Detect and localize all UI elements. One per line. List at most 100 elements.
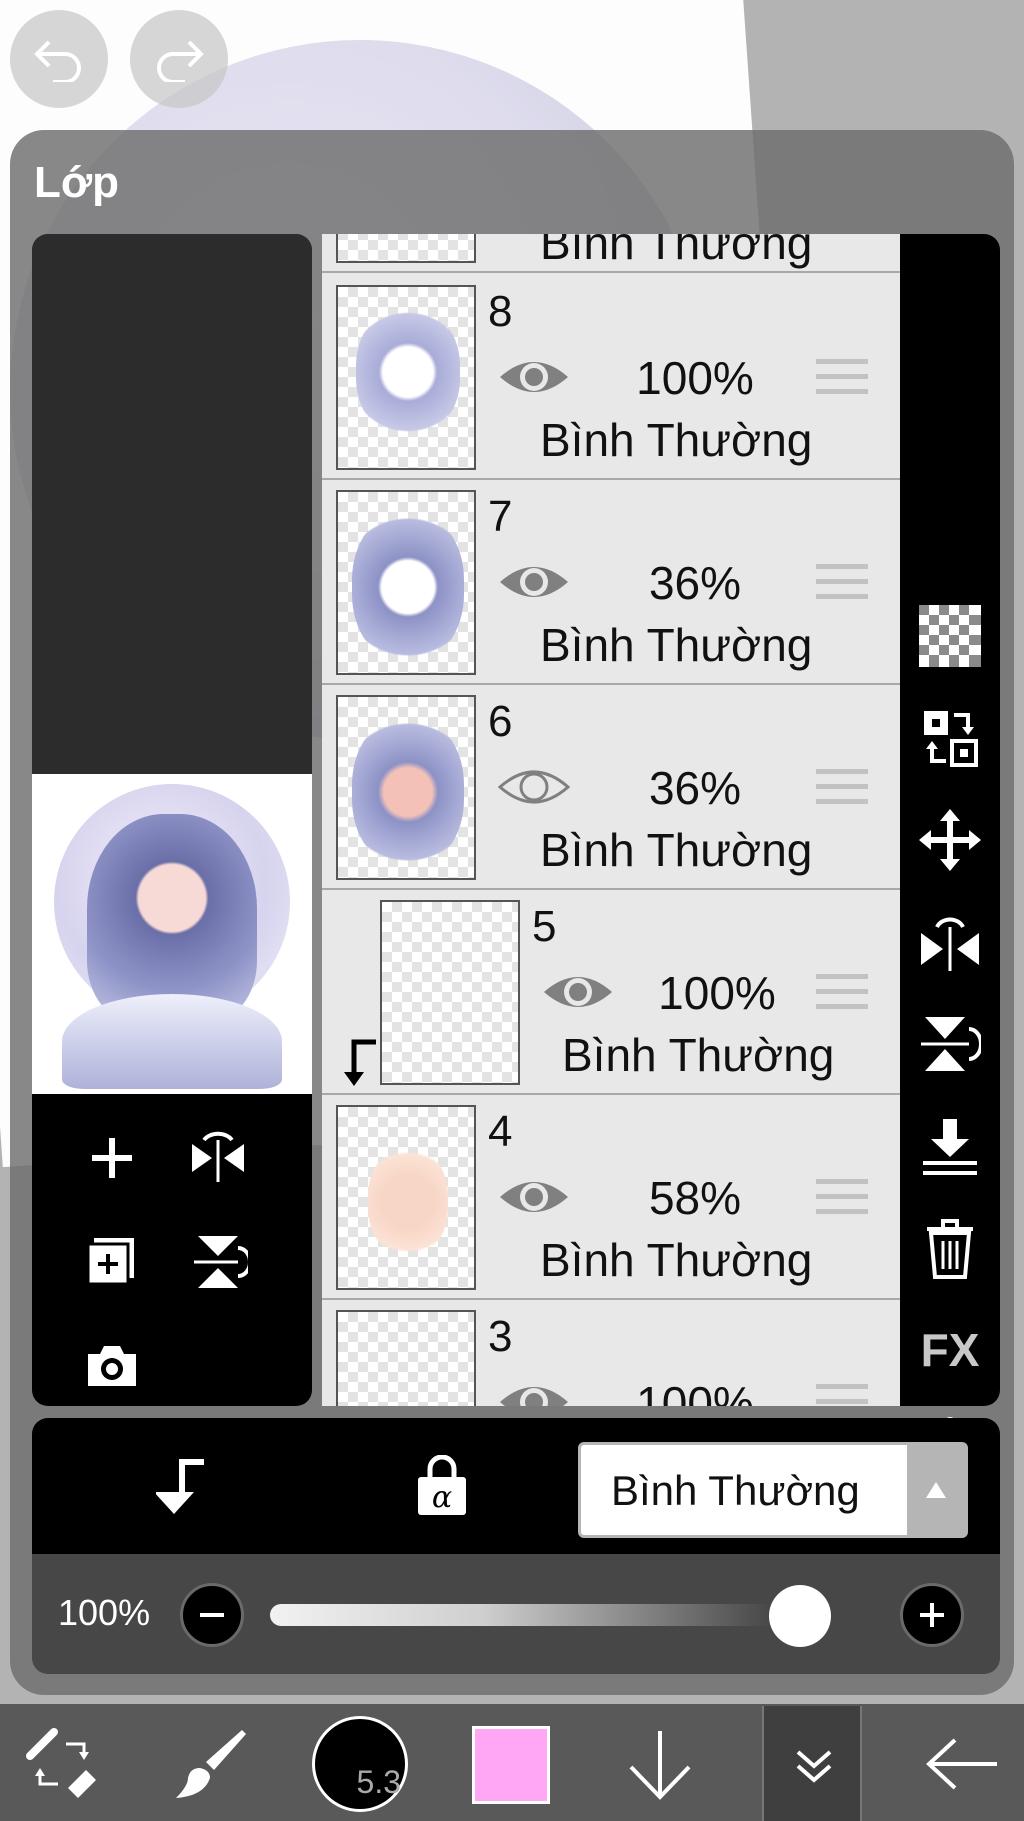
opacity-slider-knob[interactable]: [769, 1585, 831, 1647]
layer-opacity: 36%: [648, 557, 742, 609]
add-layer-button[interactable]: [72, 1118, 152, 1198]
layer-row[interactable]: 6 36% Bình Thường: [322, 685, 900, 890]
flip-layer-vertical-button[interactable]: [178, 1222, 258, 1302]
alpha-lock-button[interactable]: α: [402, 1446, 482, 1526]
tool-switch-button[interactable]: [12, 1714, 112, 1814]
flip-layer-horizontal-button[interactable]: [178, 1118, 258, 1198]
camera-icon: [88, 1346, 136, 1386]
layer-blend-mode: Bình Thường: [540, 414, 813, 466]
brush-eraser-swap-icon: [26, 1728, 96, 1798]
redo-button[interactable]: [130, 10, 228, 108]
scroll-down-button[interactable]: [610, 1714, 710, 1814]
layer-thumbnail: [336, 234, 476, 263]
blend-mode-select[interactable]: Bình Thường: [578, 1442, 968, 1538]
drag-handle-icon[interactable]: [816, 1179, 868, 1219]
merge-down-button[interactable]: [910, 1106, 990, 1186]
flip-horizontal-icon: [192, 1131, 244, 1182]
panel-title: Lớp: [34, 158, 120, 207]
layer-row[interactable]: 5 100% Bình Thường: [322, 890, 900, 1095]
duplicate-layer-button[interactable]: [72, 1222, 152, 1302]
blend-mode-value: Bình Thường: [611, 1467, 860, 1514]
layer-opacity: 58%: [648, 1172, 742, 1224]
delete-layer-button[interactable]: [910, 1208, 990, 1288]
layer-row[interactable]: 3 100%: [322, 1300, 900, 1406]
flip-vertical-icon: [194, 1236, 248, 1288]
layer-row[interactable]: 7 36% Bình Thường: [322, 480, 900, 685]
plus-icon: [920, 1603, 944, 1627]
layer-thumbnail: [380, 900, 520, 1085]
visibility-eye-icon[interactable]: [498, 560, 570, 604]
layer-blend-mode: Bình Thường: [540, 234, 813, 269]
layer-thumbnail: [336, 1105, 476, 1290]
layer-number: 6: [488, 697, 513, 746]
undo-button[interactable]: [10, 10, 108, 108]
bottom-toolbar: 5.3: [0, 1704, 1024, 1821]
layer-blend-mode: Bình Thường: [540, 619, 813, 671]
visibility-eye-icon[interactable]: [498, 1380, 570, 1406]
layer-list[interactable]: Bình Thường 8 100% Bình Thường 7 36% Bìn…: [322, 234, 900, 1406]
layer-row[interactable]: 4 58% Bình Thường: [322, 1095, 900, 1300]
visibility-eye-icon[interactable]: [542, 970, 614, 1014]
clipping-button[interactable]: [142, 1446, 222, 1526]
arrow-left-icon: [926, 1738, 997, 1790]
undo-icon: [34, 40, 81, 82]
opacity-increase-button[interactable]: [900, 1583, 964, 1647]
plus-icon: [92, 1138, 132, 1178]
layer-row[interactable]: Bình Thường: [322, 234, 900, 273]
brush-size-button[interactable]: 5.3: [312, 1716, 408, 1812]
color-picker-button[interactable]: [472, 1726, 550, 1804]
transparency-button[interactable]: [910, 596, 990, 676]
duplicate-icon: [86, 1238, 134, 1286]
layer-number: 4: [488, 1107, 513, 1156]
layer-blend-mode: Bình Thường: [562, 1029, 835, 1081]
flip-vertical-icon: [921, 1017, 981, 1071]
blend-mode-bar: α Bình Thường: [32, 1418, 1000, 1554]
opacity-bar: 100%: [32, 1554, 1000, 1674]
transparency-icon: [919, 605, 981, 667]
selected-layer-thumbnail[interactable]: [32, 774, 312, 1094]
back-button[interactable]: [912, 1714, 1012, 1814]
hidden-eye-icon[interactable]: [498, 765, 570, 809]
layer-row[interactable]: 8 100% Bình Thường: [322, 275, 900, 480]
chevron-double-down-icon: [796, 1750, 832, 1783]
clipping-icon: [156, 1459, 204, 1514]
layer-thumbnail: [336, 490, 476, 675]
canvas-preview-area: [32, 234, 312, 774]
fx-icon: FX: [920, 1324, 980, 1376]
arrow-down-icon: [629, 1731, 691, 1800]
brush-icon: [176, 1730, 246, 1798]
layer-thumbnail: [336, 695, 476, 880]
drag-handle-icon[interactable]: [816, 359, 868, 399]
drag-handle-icon[interactable]: [816, 1384, 868, 1406]
layer-opacity: 36%: [648, 762, 742, 814]
move-layer-button[interactable]: [910, 800, 990, 880]
opacity-slider[interactable]: [270, 1604, 800, 1626]
layer-number: 7: [488, 492, 513, 541]
drag-handle-icon[interactable]: [816, 769, 868, 809]
flip-horizontal-button[interactable]: [910, 902, 990, 982]
alpha-lock-icon: α: [418, 1455, 466, 1515]
brush-tool-button[interactable]: [160, 1714, 260, 1814]
layer-panel-toggle-button[interactable]: [762, 1706, 862, 1821]
visibility-eye-icon[interactable]: [498, 355, 570, 399]
drag-handle-icon[interactable]: [816, 564, 868, 604]
fx-button[interactable]: FX: [910, 1310, 990, 1390]
layer-blend-mode: Bình Thường: [540, 824, 813, 876]
drag-handle-icon[interactable]: [816, 974, 868, 1014]
swap-layers-button[interactable]: [910, 698, 990, 778]
flip-vertical-button[interactable]: [910, 1004, 990, 1084]
camera-layer-button[interactable]: [72, 1326, 152, 1406]
dropdown-arrow-icon: [907, 1445, 965, 1535]
layer-blend-mode: Bình Thường: [540, 1234, 813, 1286]
visibility-eye-icon[interactable]: [498, 1175, 570, 1219]
redo-icon: [157, 40, 204, 82]
opacity-decrease-button[interactable]: [180, 1583, 244, 1647]
layer-panel: Lớp Bình Thường 8 100% Bình Thường 7 36%…: [10, 130, 1014, 1695]
swap-layers-icon: [924, 711, 978, 767]
layer-opacity: 100%: [636, 1377, 754, 1406]
delete-icon: [927, 1219, 973, 1279]
layer-number: 5: [532, 902, 557, 951]
layer-preview-column: [32, 234, 312, 1406]
layer-number: 8: [488, 287, 513, 336]
flip-horizontal-icon: [921, 917, 979, 971]
